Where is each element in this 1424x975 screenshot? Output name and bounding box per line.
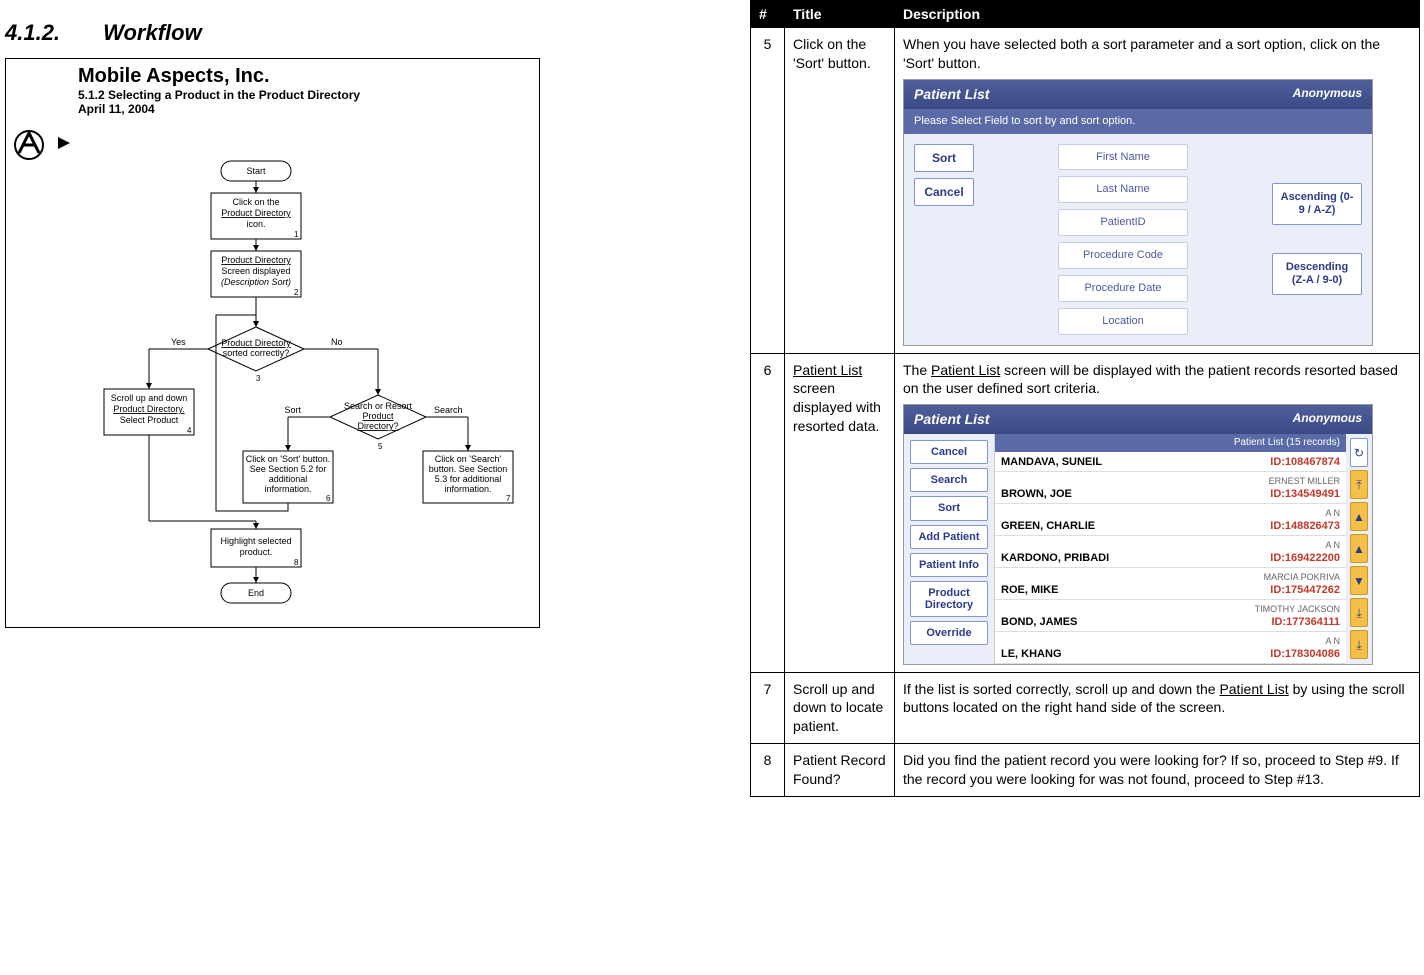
patient-row: ERNEST MILLER BROWN, JOEID:134549491 [995,472,1346,504]
svg-text:Click on the: Click on the [232,197,279,207]
section-heading: 4.1.2. Workflow [5,20,725,46]
svg-text:Scroll up and down: Scroll up and down [111,393,188,403]
svg-text:Product Directory: Product Directory [221,338,291,348]
svg-text:Product Directory: Product Directory [221,255,291,265]
steps-table: # Title Description 5Click on the 'Sort'… [750,0,1420,797]
svg-text:8: 8 [294,558,299,567]
shot-button: Sort [914,144,974,172]
patient-row: MARCIA POKRIVA ROE, MIKEID:175447262 [995,568,1346,600]
svg-text:Click on 'Sort' button.: Click on 'Sort' button. [246,454,330,464]
scroll-button: ⤒ [1350,470,1368,499]
arrow-right-icon [58,137,76,149]
shot-button: Cancel [910,440,988,464]
svg-text:(Description Sort): (Description Sort) [221,277,291,287]
col-desc: Description [895,1,1420,28]
svg-text:7: 7 [506,494,511,503]
sort-field-option: First Name [1058,144,1188,171]
svg-text:Screen displayed: Screen displayed [221,266,290,276]
sort-screenshot: Patient ListAnonymous Please Select Fiel… [903,79,1373,346]
patient-row: A N LE, KHANGID:178304086 [995,632,1346,664]
svg-text:additional: additional [269,474,308,484]
svg-text:Product Directory: Product Directory [221,208,291,218]
sort-field-option: Location [1058,308,1188,335]
col-num: # [751,1,785,28]
svg-text:Product: Product [362,411,394,421]
svg-text:2: 2 [294,288,299,297]
shot-button: Add Patient [910,525,988,549]
svg-text:Yes: Yes [171,337,186,347]
svg-text:information.: information. [264,484,311,494]
svg-text:6: 6 [326,494,331,503]
sort-field-option: Procedure Date [1058,275,1188,302]
svg-text:Select Product: Select Product [120,415,179,425]
svg-text:Directory?: Directory? [357,421,398,431]
scroll-button: ▼ [1350,566,1368,595]
svg-text:End: End [248,588,264,598]
scroll-button: ▲ [1350,502,1368,531]
table-row: 7Scroll up and down to locate patient.If… [751,672,1420,744]
col-title: Title [785,1,895,28]
flowchart-container: Mobile Aspects, Inc. 5.1.2 Selecting a P… [5,58,540,628]
patient-list-screenshot: Patient ListAnonymous CancelSearchSortAd… [903,404,1373,664]
table-row: 8Patient Record Found?Did you find the p… [751,744,1420,797]
svg-text:Highlight selected: Highlight selected [220,536,291,546]
shot-button: Patient Info [910,553,988,577]
scroll-button: ▲ [1350,534,1368,563]
patient-row: A N KARDONO, PRIBADIID:169422200 [995,536,1346,568]
flowchart-company: Mobile Aspects, Inc. [78,65,531,88]
patient-row: TIMOTHY JACKSON BOND, JAMESID:177364111 [995,600,1346,632]
flowchart-date: April 11, 2004 [78,102,531,116]
svg-text:Start: Start [246,166,266,176]
svg-text:Search: Search [434,405,463,415]
svg-text:4: 4 [187,426,192,435]
svg-text:button. See Section: button. See Section [429,464,508,474]
shot-button: Sort [910,496,988,520]
svg-text:Sort: Sort [284,405,301,415]
shot-button: Override [910,621,988,645]
patient-row: MANDAVA, SUNEILID:108467874 [995,452,1346,472]
svg-text:5: 5 [378,442,383,451]
sort-field-option: PatientID [1058,209,1188,236]
flowchart-subtitle: 5.1.2 Selecting a Product in the Product… [78,88,531,102]
flowchart-svg: .box { fill:#fff; stroke:#000; stroke-wi… [6,149,539,629]
svg-text:See Section 5.2 for: See Section 5.2 for [250,464,327,474]
table-row: 6Patient List screen displayed with reso… [751,353,1420,672]
svg-text:5.3 for additional: 5.3 for additional [435,474,502,484]
patient-row: A N GREEN, CHARLIEID:148826473 [995,504,1346,536]
svg-text:icon.: icon. [246,219,265,229]
sort-field-option: Procedure Code [1058,242,1188,269]
heading-number: 4.1.2. [5,20,97,46]
scroll-button: ⤓ [1350,630,1368,659]
shot-button: Search [910,468,988,492]
scroll-button: ↻ [1350,438,1368,467]
svg-text:Product Directory.: Product Directory. [113,404,184,414]
shot-button: Product Directory [910,581,988,617]
svg-text:Click on 'Search': Click on 'Search' [435,454,502,464]
sort-field-option: Last Name [1058,176,1188,203]
svg-text:product.: product. [240,547,273,557]
svg-text:information.: information. [444,484,491,494]
svg-text:No: No [331,337,343,347]
table-row: 5Click on the 'Sort' button.When you hav… [751,28,1420,354]
shot-button: Cancel [914,178,974,206]
svg-text:1: 1 [294,230,299,239]
svg-text:3: 3 [256,374,261,383]
scroll-button: ⤓ [1350,598,1368,627]
svg-text:sorted correctly?: sorted correctly? [223,348,290,358]
svg-text:Search or Resort: Search or Resort [344,401,413,411]
heading-title: Workflow [103,20,202,45]
